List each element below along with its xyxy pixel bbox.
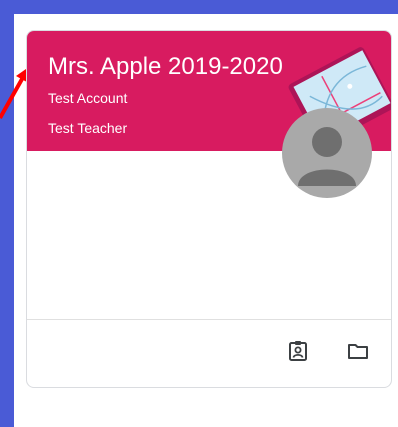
class-card[interactable]: Mrs. Apple 2019-2020 Test Account Test T…	[26, 30, 392, 388]
assignment-ind-icon	[289, 341, 307, 361]
teacher-name: Test Teacher	[48, 120, 128, 136]
card-divider	[27, 319, 391, 320]
teacher-avatar	[282, 108, 372, 198]
class-section: Test Account	[48, 90, 128, 106]
class-folder-button[interactable]	[340, 333, 376, 369]
person-icon	[298, 127, 356, 186]
your-work-button[interactable]	[280, 333, 316, 369]
class-title-link[interactable]: Mrs. Apple 2019-2020	[48, 53, 283, 81]
folder-icon	[348, 344, 368, 359]
